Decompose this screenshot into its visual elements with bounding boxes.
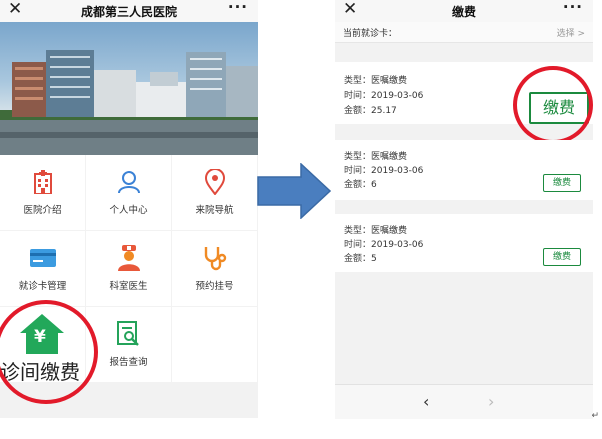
more-icon[interactable]: ···: [563, 0, 583, 16]
hospital-home-screen: ✕ 成都第三人民医院 ··· 医院介绍 个人中心 来院导航 就诊卡管理 科室医生…: [0, 0, 258, 418]
report-search-icon: [86, 321, 171, 347]
pay-button[interactable]: 缴费: [543, 248, 581, 266]
bill-item: 类型：医嘱缴费 时间：2019-03-06 金额：6 缴费: [335, 140, 593, 200]
menu-item-hospital-intro[interactable]: 医院介绍: [0, 155, 85, 230]
menu-label: 来院导航: [195, 205, 234, 216]
bill-time: 时间：2019-03-06: [344, 91, 424, 101]
chevron-right-icon: >: [577, 29, 585, 39]
flow-arrow: [257, 162, 332, 223]
hospital-banner-image: [0, 22, 258, 155]
menu-label: 个人中心: [109, 205, 148, 216]
doctor-icon: [86, 245, 171, 271]
bill-item: 类型：医嘱缴费 时间：2019-03-06 金额：5 缴费: [335, 214, 593, 272]
bill-type: 类型：医嘱缴费: [344, 152, 408, 162]
menu-label: 科室医生: [109, 281, 148, 292]
user-icon: [86, 169, 171, 195]
page-title: 缴费: [451, 5, 476, 19]
bill-type: 类型：医嘱缴费: [344, 226, 408, 236]
stethoscope-icon: [172, 245, 257, 271]
bill-time: 时间：2019-03-06: [344, 240, 424, 250]
menu-label: 报告查询: [109, 357, 148, 368]
card-icon: [0, 245, 85, 271]
bill-amount: 金额：25.17: [344, 106, 397, 116]
hospital-building-icon: [0, 169, 85, 195]
bill-time: 时间：2019-03-06: [344, 166, 424, 176]
page-title: 成都第三人民医院: [80, 5, 177, 19]
menu-item-empty: [172, 307, 257, 382]
pay-button[interactable]: 缴费: [543, 174, 581, 192]
menu-item-department-doctors[interactable]: 科室医生: [86, 231, 171, 306]
payment-screen: ✕ 缴费 ··· 当前就诊卡： 选择 > 类型：医嘱缴费 时间：2019-03-…: [335, 0, 593, 419]
bill-amount: 金额：5: [344, 254, 377, 264]
menu-item-card-management[interactable]: 就诊卡管理: [0, 231, 85, 306]
top-bar: ✕ 成都第三人民医院 ···: [0, 0, 258, 23]
paragraph-mark: ↵: [591, 411, 599, 421]
current-card-label: 当前就诊卡：: [343, 29, 398, 39]
select-card-link[interactable]: 选择 >: [557, 26, 585, 39]
menu-label: 就诊卡管理: [18, 281, 67, 292]
top-bar: ✕ 缴费 ···: [335, 0, 593, 23]
menu-item-navigation[interactable]: 来院导航: [172, 155, 257, 230]
current-card-row[interactable]: 当前就诊卡： 选择 >: [335, 22, 593, 43]
highlight-circle: [513, 66, 593, 144]
forward-arrow-icon[interactable]: ›: [488, 392, 494, 411]
bill-amount: 金额：6: [344, 180, 377, 190]
menu-label: 医院介绍: [23, 205, 62, 216]
back-arrow-icon[interactable]: ‹: [423, 392, 429, 411]
menu-item-personal-center[interactable]: 个人中心: [86, 155, 171, 230]
menu-item-appointment[interactable]: 预约挂号: [172, 231, 257, 306]
bill-type: 类型：医嘱缴费: [344, 76, 408, 86]
bottom-navigation: ‹ ›: [335, 384, 593, 419]
more-icon[interactable]: ···: [228, 0, 248, 16]
location-pin-icon: [172, 169, 257, 195]
menu-label: 预约挂号: [195, 281, 234, 292]
menu-item-report-query[interactable]: 报告查询: [86, 307, 171, 382]
